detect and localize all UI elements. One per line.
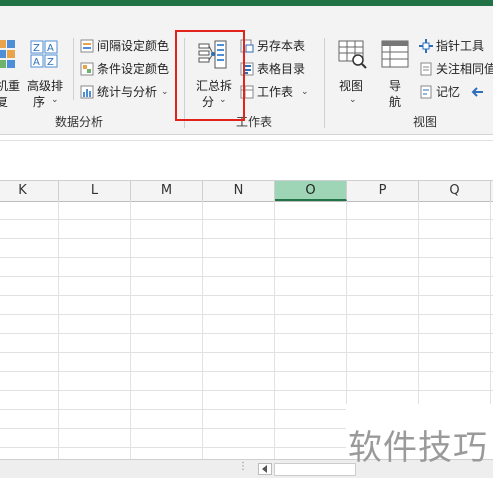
condition-color-icon — [80, 62, 94, 76]
grid-line — [0, 219, 493, 220]
focus-same-value-label: 关注相同值 — [436, 62, 493, 76]
memory-note-icon — [420, 85, 432, 99]
grid-line — [0, 371, 493, 372]
sort-label-2: 序 — [33, 95, 46, 109]
scroll-left-icon[interactable] — [258, 463, 272, 475]
grid-line — [130, 201, 131, 459]
advanced-sort-button[interactable]: Z A A Z 高级排 序 ⌄ — [25, 40, 69, 109]
grid-line — [0, 333, 493, 334]
svg-text:Z: Z — [33, 43, 40, 54]
grid-line — [202, 201, 203, 459]
table-catalog-label: 表格目录 — [257, 62, 306, 76]
chevron-down-icon: ⌄ — [301, 87, 309, 97]
stats-analysis-button[interactable]: 统计与分析 ⌄ — [80, 82, 169, 102]
ribbon-toolbar: 机重 复 Z A A Z 高级排 序 ⌄ 间隔设定颜色 条件设定颜色 统计与分析… — [0, 6, 493, 135]
grid-line — [0, 314, 493, 315]
horizontal-scrollbar[interactable] — [274, 463, 356, 476]
ribbon-separator — [324, 38, 325, 128]
worksheet-menu-button[interactable]: 工作表 ⌄ — [240, 82, 309, 102]
navigation-label-1: 导 — [389, 79, 402, 93]
pointer-tool-button[interactable]: 指针工具 — [419, 36, 484, 56]
interval-color-label: 间隔设定颜色 — [97, 39, 170, 53]
stats-icon — [80, 85, 94, 99]
svg-text:Z: Z — [47, 57, 54, 68]
svg-text:A: A — [33, 57, 40, 68]
pointer-tool-label: 指针工具 — [436, 39, 485, 53]
chevron-down-icon: ⌄ — [349, 95, 357, 105]
svg-text:A: A — [47, 43, 54, 54]
formula-bar-divider — [0, 140, 493, 141]
table-catalog-button[interactable]: 表格目录 — [240, 59, 305, 79]
group-label-view: 视图 — [413, 115, 438, 129]
grid-line — [0, 238, 493, 239]
column-headers: K L M N O P Q — [0, 180, 493, 202]
watermark-text: 软件技巧 — [348, 428, 488, 468]
sort-az-icon: Z A A Z — [30, 40, 58, 68]
memory-label: 记忆 — [436, 85, 461, 99]
grid-line — [0, 352, 493, 353]
formula-bar-area — [0, 135, 493, 177]
view-button[interactable]: 视图 ⌄ — [333, 40, 373, 106]
resize-dots-icon[interactable]: ⋮ — [238, 461, 248, 472]
save-sheet-label: 另存本表 — [257, 39, 306, 53]
sort-label-1: 高级排 — [27, 79, 64, 93]
column-header-m[interactable]: M — [131, 181, 203, 201]
condition-color-label: 条件设定颜色 — [97, 62, 170, 76]
view-label: 视图 — [339, 79, 364, 93]
grid-line — [0, 276, 493, 277]
worksheet-menu-label: 工作表 — [257, 85, 294, 99]
cut-button-label-2: 复 — [0, 95, 9, 109]
grid-line — [0, 295, 493, 296]
grid-line — [274, 201, 275, 459]
chevron-down-icon: ⌄ — [161, 87, 169, 97]
condition-color-button[interactable]: 条件设定颜色 — [80, 59, 169, 79]
memory-button[interactable]: 记忆 — [419, 82, 484, 102]
focus-same-value-button[interactable]: 关注相同值 — [419, 59, 493, 79]
stats-analysis-label: 统计与分析 — [97, 85, 158, 99]
interval-color-button[interactable]: 间隔设定颜色 — [80, 36, 169, 56]
cut-button-label-1: 机重 — [0, 79, 21, 93]
crosshair-icon — [419, 39, 433, 53]
highlight-box — [175, 30, 245, 121]
column-header-n[interactable]: N — [203, 181, 275, 201]
view-grid-search-icon — [338, 40, 367, 69]
save-sheet-button[interactable]: 另存本表 — [240, 36, 305, 56]
column-header-k[interactable]: K — [0, 181, 59, 201]
column-header-l[interactable]: L — [59, 181, 131, 201]
navigation-button[interactable]: 导 航 — [378, 40, 414, 109]
group-label-data-analysis: 数据分析 — [55, 115, 104, 129]
list-color-icon — [80, 39, 94, 53]
grid-colored-icon — [0, 40, 15, 68]
arrow-left-icon[interactable] — [470, 86, 484, 98]
grid-line — [0, 390, 493, 391]
document-icon — [420, 62, 432, 76]
column-header-q[interactable]: Q — [419, 181, 491, 201]
chevron-down-icon: ⌄ — [51, 95, 59, 105]
grid-line — [58, 201, 59, 459]
navigation-icon — [381, 40, 409, 68]
column-header-o[interactable]: O — [275, 181, 347, 201]
grid-line — [0, 257, 493, 258]
ribbon-separator — [73, 38, 74, 100]
navigation-label-2: 航 — [389, 95, 402, 109]
column-header-p[interactable]: P — [347, 181, 419, 201]
